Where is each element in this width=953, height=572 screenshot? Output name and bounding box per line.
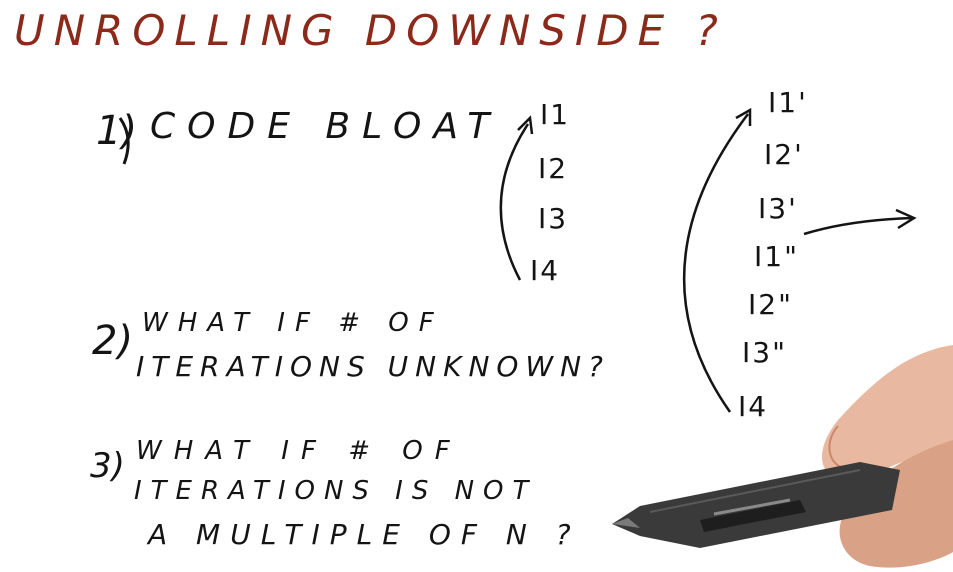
hand-with-pen-image bbox=[612, 345, 953, 568]
loop-back-arrow-head bbox=[517, 115, 534, 135]
unrolled-back-arrow-head bbox=[735, 107, 752, 126]
ink-layer bbox=[118, 107, 953, 568]
unrolled-back-arrow bbox=[682, 113, 749, 413]
exit-arrow bbox=[803, 216, 913, 236]
loop-back-arrow bbox=[499, 123, 530, 281]
point-1-paren-mark bbox=[118, 117, 130, 165]
